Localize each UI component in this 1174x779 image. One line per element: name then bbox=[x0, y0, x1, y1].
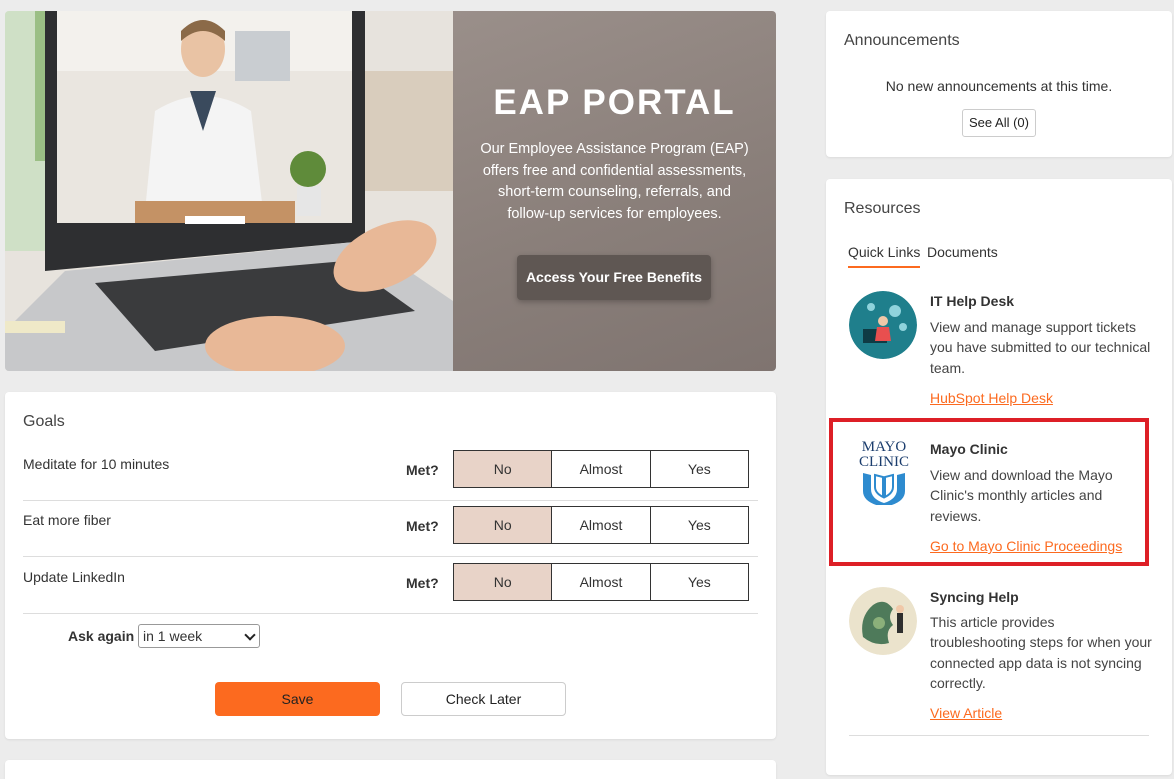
goal-row: Meditate for 10 minutes Met? No Almost Y… bbox=[23, 444, 758, 501]
met-segmented-control: No Almost Yes bbox=[453, 450, 749, 488]
next-card bbox=[5, 760, 776, 779]
ask-again-value: in 1 week bbox=[143, 628, 203, 644]
option-almost[interactable]: Almost bbox=[551, 451, 649, 487]
highlight-box bbox=[829, 418, 1149, 566]
hero-title: EAP PORTAL bbox=[493, 83, 736, 122]
check-later-button[interactable]: Check Later bbox=[401, 682, 566, 716]
met-label: Met? bbox=[406, 518, 439, 534]
goals-card: Goals Meditate for 10 minutes Met? No Al… bbox=[5, 392, 776, 739]
tab-documents[interactable]: Documents bbox=[927, 244, 998, 260]
chevron-down-icon bbox=[244, 629, 256, 641]
it-help-desk-illustration bbox=[849, 291, 917, 359]
option-no[interactable]: No bbox=[454, 564, 552, 600]
doctor-video-call-image bbox=[5, 11, 453, 371]
option-almost[interactable]: Almost bbox=[551, 507, 649, 543]
hero-panel: EAP PORTAL Our Employee Assistance Progr… bbox=[453, 11, 776, 371]
view-article-link[interactable]: View Article bbox=[930, 705, 1002, 721]
see-all-button[interactable]: See All (0) bbox=[962, 109, 1036, 137]
option-no[interactable]: No bbox=[454, 507, 552, 543]
hero-photo-doctor-laptop bbox=[5, 11, 453, 371]
option-yes[interactable]: Yes bbox=[649, 507, 748, 543]
announcements-title: Announcements bbox=[844, 32, 960, 49]
option-yes[interactable]: Yes bbox=[649, 451, 748, 487]
eap-hero-banner: EAP PORTAL Our Employee Assistance Progr… bbox=[5, 11, 776, 371]
syncing-help-illustration bbox=[849, 587, 917, 655]
goal-name: Meditate for 10 minutes bbox=[23, 456, 170, 472]
met-segmented-control: No Almost Yes bbox=[453, 506, 749, 544]
announcements-empty-text: No new announcements at this time. bbox=[885, 78, 1113, 94]
met-label: Met? bbox=[406, 462, 439, 478]
option-almost[interactable]: Almost bbox=[551, 564, 649, 600]
resource-description: This article provides troubleshooting st… bbox=[930, 614, 1152, 691]
announcements-card: Announcements No new announcements at th… bbox=[826, 11, 1172, 157]
goal-name: Update LinkedIn bbox=[23, 569, 125, 585]
hero-description: Our Employee Assistance Program (EAP) of… bbox=[480, 141, 749, 222]
resource-title: IT Help Desk bbox=[930, 293, 1015, 309]
access-benefits-button[interactable]: Access Your Free Benefits bbox=[517, 255, 711, 300]
save-button[interactable]: Save bbox=[215, 682, 380, 716]
resource-description: View and manage support tickets you have… bbox=[930, 319, 1151, 376]
resources-title: Resources bbox=[844, 200, 921, 217]
ask-again-select[interactable]: in 1 week bbox=[138, 624, 260, 648]
option-no[interactable]: No bbox=[454, 451, 552, 487]
option-yes[interactable]: Yes bbox=[649, 564, 748, 600]
goal-row: Update LinkedIn Met? No Almost Yes bbox=[23, 557, 758, 614]
met-segmented-control: No Almost Yes bbox=[453, 563, 749, 601]
syncing-help-icon bbox=[849, 587, 917, 655]
divider bbox=[849, 735, 1149, 736]
tab-quick-links[interactable]: Quick Links bbox=[848, 244, 921, 268]
it-help-desk-icon bbox=[849, 291, 917, 359]
resource-title: Syncing Help bbox=[930, 589, 1019, 605]
goals-title: Goals bbox=[23, 413, 65, 430]
goal-name: Eat more fiber bbox=[23, 512, 111, 528]
hubspot-help-desk-link[interactable]: HubSpot Help Desk bbox=[930, 390, 1053, 406]
ask-again-label: Ask again bbox=[68, 628, 135, 644]
met-label: Met? bbox=[406, 575, 439, 591]
goal-row: Eat more fiber Met? No Almost Yes bbox=[23, 500, 758, 557]
